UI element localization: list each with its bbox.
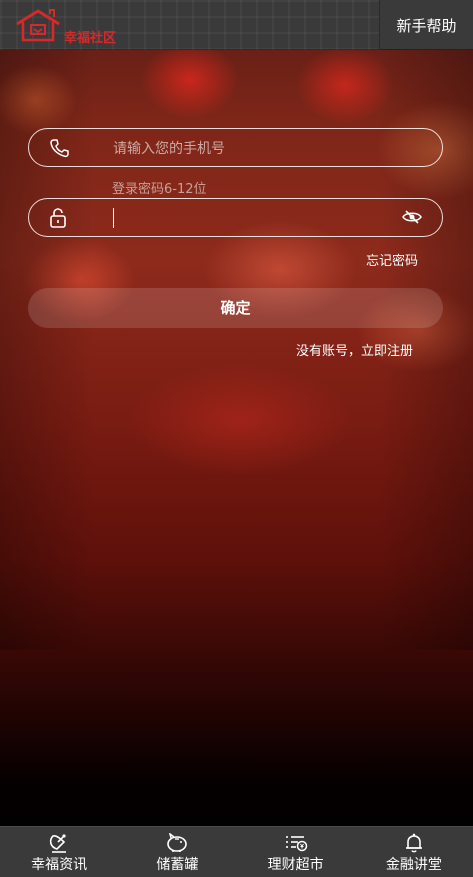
bottom-tabbar: 幸福资讯 储蓄罐 理财超市 金融讲堂 <box>0 826 473 877</box>
password-field[interactable] <box>28 198 443 237</box>
help-button[interactable]: 新手帮助 <box>379 0 473 50</box>
confirm-button[interactable]: 确定 <box>28 288 443 328</box>
tab-news[interactable]: 幸福资讯 <box>0 827 118 877</box>
register-link[interactable]: 没有账号，立即注册 <box>296 340 413 359</box>
app-logo[interactable]: 幸福社区 <box>14 8 124 46</box>
hide-password-icon[interactable] <box>402 209 422 229</box>
phone-placeholder: 请输入您的手机号 <box>113 141 225 157</box>
tab-finance-class[interactable]: 金融讲堂 <box>355 827 473 877</box>
tab-savings[interactable]: 储蓄罐 <box>118 827 236 877</box>
phone-icon <box>49 138 69 162</box>
lock-icon <box>49 208 67 232</box>
text-cursor <box>113 208 114 228</box>
tab-label: 幸福资讯 <box>31 857 88 873</box>
phone-field[interactable]: 请输入您的手机号 <box>28 128 443 167</box>
logo-text: 幸福社区 <box>64 31 117 46</box>
tab-finance-market[interactable]: 理财超市 <box>237 827 355 877</box>
forgot-password-link[interactable]: 忘记密码 <box>366 250 418 269</box>
tab-label: 理财超市 <box>267 857 324 873</box>
tab-label: 储蓄罐 <box>156 857 199 873</box>
password-hint-label: 登录密码6-12位 <box>112 182 207 197</box>
tab-label: 金融讲堂 <box>385 857 442 873</box>
house-logo-icon <box>16 9 60 42</box>
top-header: 幸福社区 新手帮助 <box>0 0 473 50</box>
